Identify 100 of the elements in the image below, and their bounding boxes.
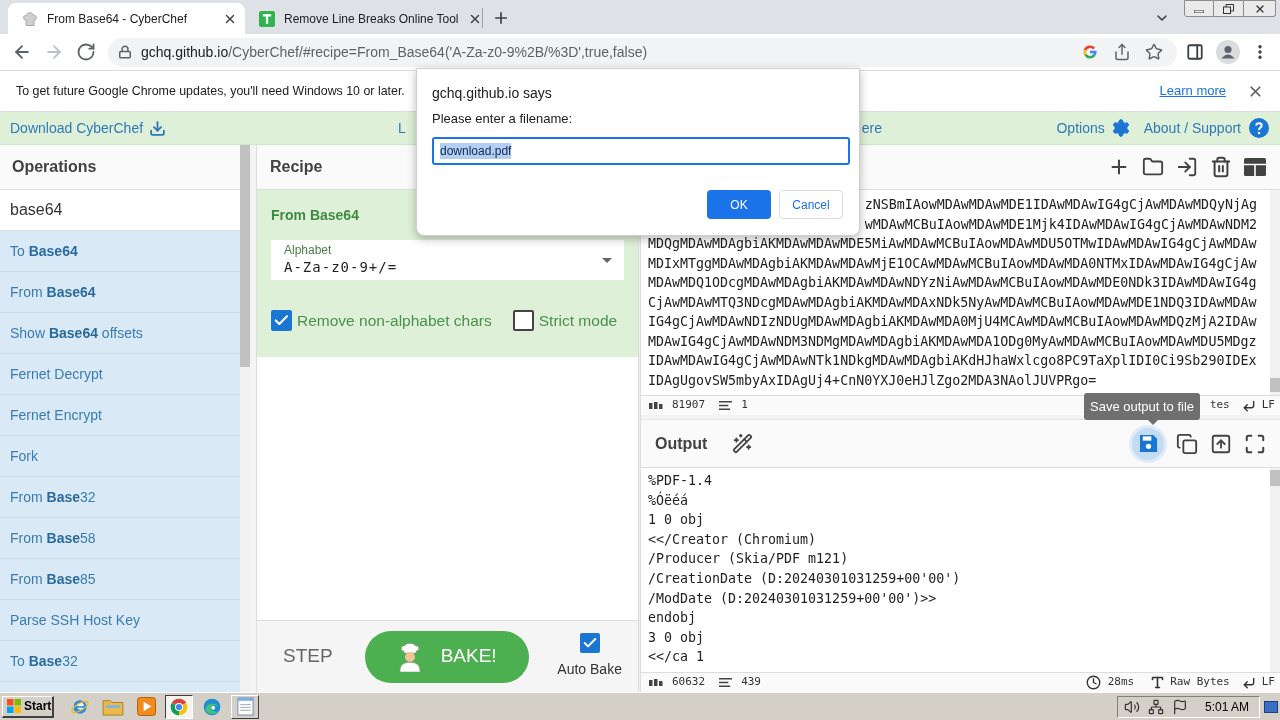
- line-count: 1: [741, 398, 748, 412]
- text-line: %Óëéá: [648, 490, 689, 510]
- checkbox[interactable]: [579, 633, 600, 653]
- cancel-button[interactable]: Cancel: [779, 190, 843, 219]
- checkbox-label: Auto Bake: [557, 660, 622, 679]
- text-line: MDIxMTggMDAwMDAgbiAKMDAwMDAwMjE1OCAwMDAwMCBuIAowMDAwMDA0NTMxIDAwMDAwIG4gCjAw: [648, 254, 1257, 273]
- text-line: /CreationDate (D:20240301031259+00'00'): [648, 569, 961, 588]
- line-ending-label: LF: [1261, 675, 1275, 689]
- text-line: CjAwMDAwMTQ3NDcgMDAwMDAgbiAKMDAwMDAxNDk5NyAwMDAwMCBuIAowMDAwMDE1NDQ3IDAwMDAw: [648, 293, 1257, 312]
- text-line: 3 0 obj: [648, 628, 705, 647]
- help-icon[interactable]: [1249, 118, 1269, 138]
- text-line: wMDAwMCBuIAowMDAwMDE1Mjk4IDAwMDAwIG4gCjAwMDAwNDM2: [864, 215, 1257, 234]
- operation-item[interactable]: Parse SSH Host Key: [0, 600, 240, 641]
- magic-wand-icon[interactable]: [732, 433, 754, 454]
- text-format-icon[interactable]: [1150, 675, 1166, 690]
- text-line: MDQgMDAwMDAgbiAKMDAwMDAwMDE5MiAwMDAwMCBuIAowMDAwMDU5OTMwIDAwMDAwIG4gCjAwMDAw: [648, 235, 1257, 253]
- banner-text: L: [398, 118, 406, 138]
- taskbar-app-button[interactable]: [165, 694, 193, 719]
- checkbox[interactable]: [512, 310, 534, 332]
- chef-hat-icon: [22, 10, 38, 27]
- text-line: <</ca 1: [648, 648, 705, 667]
- back-icon[interactable]: [12, 42, 32, 62]
- download-link[interactable]: Download CyberChef: [10, 117, 144, 139]
- url-path: /CyberChef/#recipe=From_Base64('A-Za-z0-9%2B/%3D',true,false): [228, 42, 648, 62]
- ok-button[interactable]: OK: [707, 190, 771, 219]
- support-link[interactable]: About / Support: [1143, 117, 1241, 139]
- operation-item[interactable]: From Base32: [0, 477, 240, 518]
- checkbox[interactable]: [271, 310, 292, 332]
- text-line: /Producer (Skia/PDF m121): [648, 550, 849, 569]
- operation-item[interactable]: From Base64: [0, 272, 240, 313]
- close-window-button[interactable]: [1244, 0, 1276, 17]
- options-link[interactable]: Options: [1056, 117, 1105, 139]
- line-count: 439: [741, 675, 761, 689]
- open-file-icon[interactable]: [1176, 156, 1198, 178]
- text-line: endobj: [648, 609, 697, 628]
- windows-flag-icon: [6, 698, 22, 714]
- text-line: <</Creator (Chromium): [648, 530, 817, 549]
- bake-button[interactable]: BAKE!: [364, 630, 529, 683]
- operation-item[interactable]: Fernet Encrypt: [0, 395, 240, 436]
- settings-icon[interactable]: [1110, 118, 1131, 138]
- browser-tab[interactable]: From Base64 - CyberChef: [8, 3, 245, 34]
- scrollbar-thumb[interactable]: [1270, 470, 1280, 486]
- operation-item[interactable]: To Base32: [0, 641, 240, 682]
- step-button[interactable]: STEP: [283, 642, 333, 671]
- profile-avatar-icon[interactable]: [1216, 40, 1240, 64]
- bookmark-star-icon[interactable]: [1145, 43, 1163, 61]
- operation-item[interactable]: To Base64: [0, 231, 240, 272]
- lock-icon: [118, 45, 132, 59]
- show-desktop-icon[interactable]: [1264, 699, 1278, 714]
- text-line: IDAgUgovSW5mbyAxIDAgUj4+CnN0YXJ0eHJlZgo2MDA3NAolJUVPRgo=: [648, 371, 1097, 390]
- encoding-label: Raw Bytes: [1170, 675, 1230, 689]
- start-button[interactable]: Start: [2, 695, 54, 718]
- copy-icon[interactable]: [1176, 432, 1198, 455]
- checkbox-label: Strict mode: [538, 311, 618, 331]
- notepad-icon: [236, 697, 254, 716]
- scrollbar-thumb[interactable]: [240, 145, 250, 367]
- text-line: MDAwIG4gCjAwMDAwNDM3NDMgMDAwMDAgbiAKMDAwMDA1ODg0MyAwMDAwMCBuIAowMDAwMDU5MDgz: [648, 332, 1257, 351]
- filename-input[interactable]: download.pdf: [432, 137, 850, 165]
- text-line: MDAwMDQ1ODcgMDAwMDAgbiAKMDAwMDAwNDYzNiAwMDAwMCBuIAowMDAwMDE0NDk3IDAwMDAwIG4g: [648, 274, 1257, 292]
- dialog-title: gchq.github.io says: [432, 84, 553, 102]
- share-icon[interactable]: [1113, 43, 1131, 61]
- reload-icon[interactable]: [76, 42, 96, 62]
- operation-item[interactable]: Fork: [0, 436, 240, 477]
- maximize-icon[interactable]: [1244, 432, 1266, 455]
- replace-input-icon[interactable]: [1210, 432, 1232, 455]
- open-folder-icon[interactable]: [1142, 156, 1164, 178]
- character-count-icon: [649, 402, 663, 409]
- browser-tab[interactable]: Remove Line Breaks Online Tool: [245, 3, 482, 34]
- layout-icon[interactable]: [1244, 158, 1266, 176]
- operation-item[interactable]: From Base85: [0, 559, 240, 600]
- panel-title: Operations: [12, 157, 97, 177]
- address-bar[interactable]: gchq.github.io/CyberChef/#recipe=From_Base64('A-Za-z0-9%2B/%3D',true,false): [108, 37, 1177, 67]
- save-button[interactable]: [1132, 427, 1164, 460]
- bake-time: 28ms: [1107, 675, 1135, 689]
- alphabet-dropdown[interactable]: Alphabet A-Za-z0-9+/=: [271, 240, 624, 280]
- minimize-icon: [1194, 10, 1204, 13]
- restore-button[interactable]: [1214, 0, 1244, 17]
- operation-item[interactable]: From Base58: [0, 518, 240, 559]
- text-line: zNSBmIAowMDAwMDAwMDE1IDAwMDAwIG4gCjAwMDAwMDQyNjAg: [864, 196, 1257, 214]
- operation-item[interactable]: Fernet Decrypt: [0, 354, 240, 395]
- text-line: 1 0 obj: [648, 511, 705, 530]
- speaker-icon[interactable]: [1123, 698, 1140, 715]
- trash-icon[interactable]: [1210, 156, 1232, 178]
- restore-icon: [1223, 3, 1234, 14]
- side-panel-icon[interactable]: [1186, 43, 1204, 61]
- edge-icon: [202, 696, 222, 717]
- google-logo-icon: [1081, 43, 1099, 61]
- learn-more-link[interactable]: Learn more: [1159, 81, 1226, 101]
- banner-link[interactable]: ere: [861, 117, 883, 139]
- dropdown-caret-icon: [602, 257, 612, 263]
- update-message: To get future Google Chrome updates, you'll need Windows 10 or later.: [16, 82, 405, 100]
- network-icon[interactable]: [1147, 698, 1164, 715]
- download-icon[interactable]: [149, 119, 167, 137]
- text-line: IG4gCjAwMDAwNDIzNDUgMDAwMDAgbiAKMDAwMDA0MjU4MCAwMDAwMCBuIAowMDAwMDQzMjA2IDAw: [648, 313, 1257, 331]
- flag-icon[interactable]: [1171, 698, 1188, 715]
- new-tab-icon[interactable]: [492, 9, 510, 27]
- chef-icon: [396, 641, 423, 672]
- text-line: IDAwMDAwIG4gCjAwMDAwNTk1NDkgMDAwMDAgbiAKdHJhaWxlcgo8PC9TaXplIDI0Ci9Sb290IDEx: [648, 352, 1257, 370]
- scrollbar-thumb[interactable]: [1270, 378, 1280, 392]
- operation-item[interactable]: Show Base64 offsets: [0, 313, 240, 354]
